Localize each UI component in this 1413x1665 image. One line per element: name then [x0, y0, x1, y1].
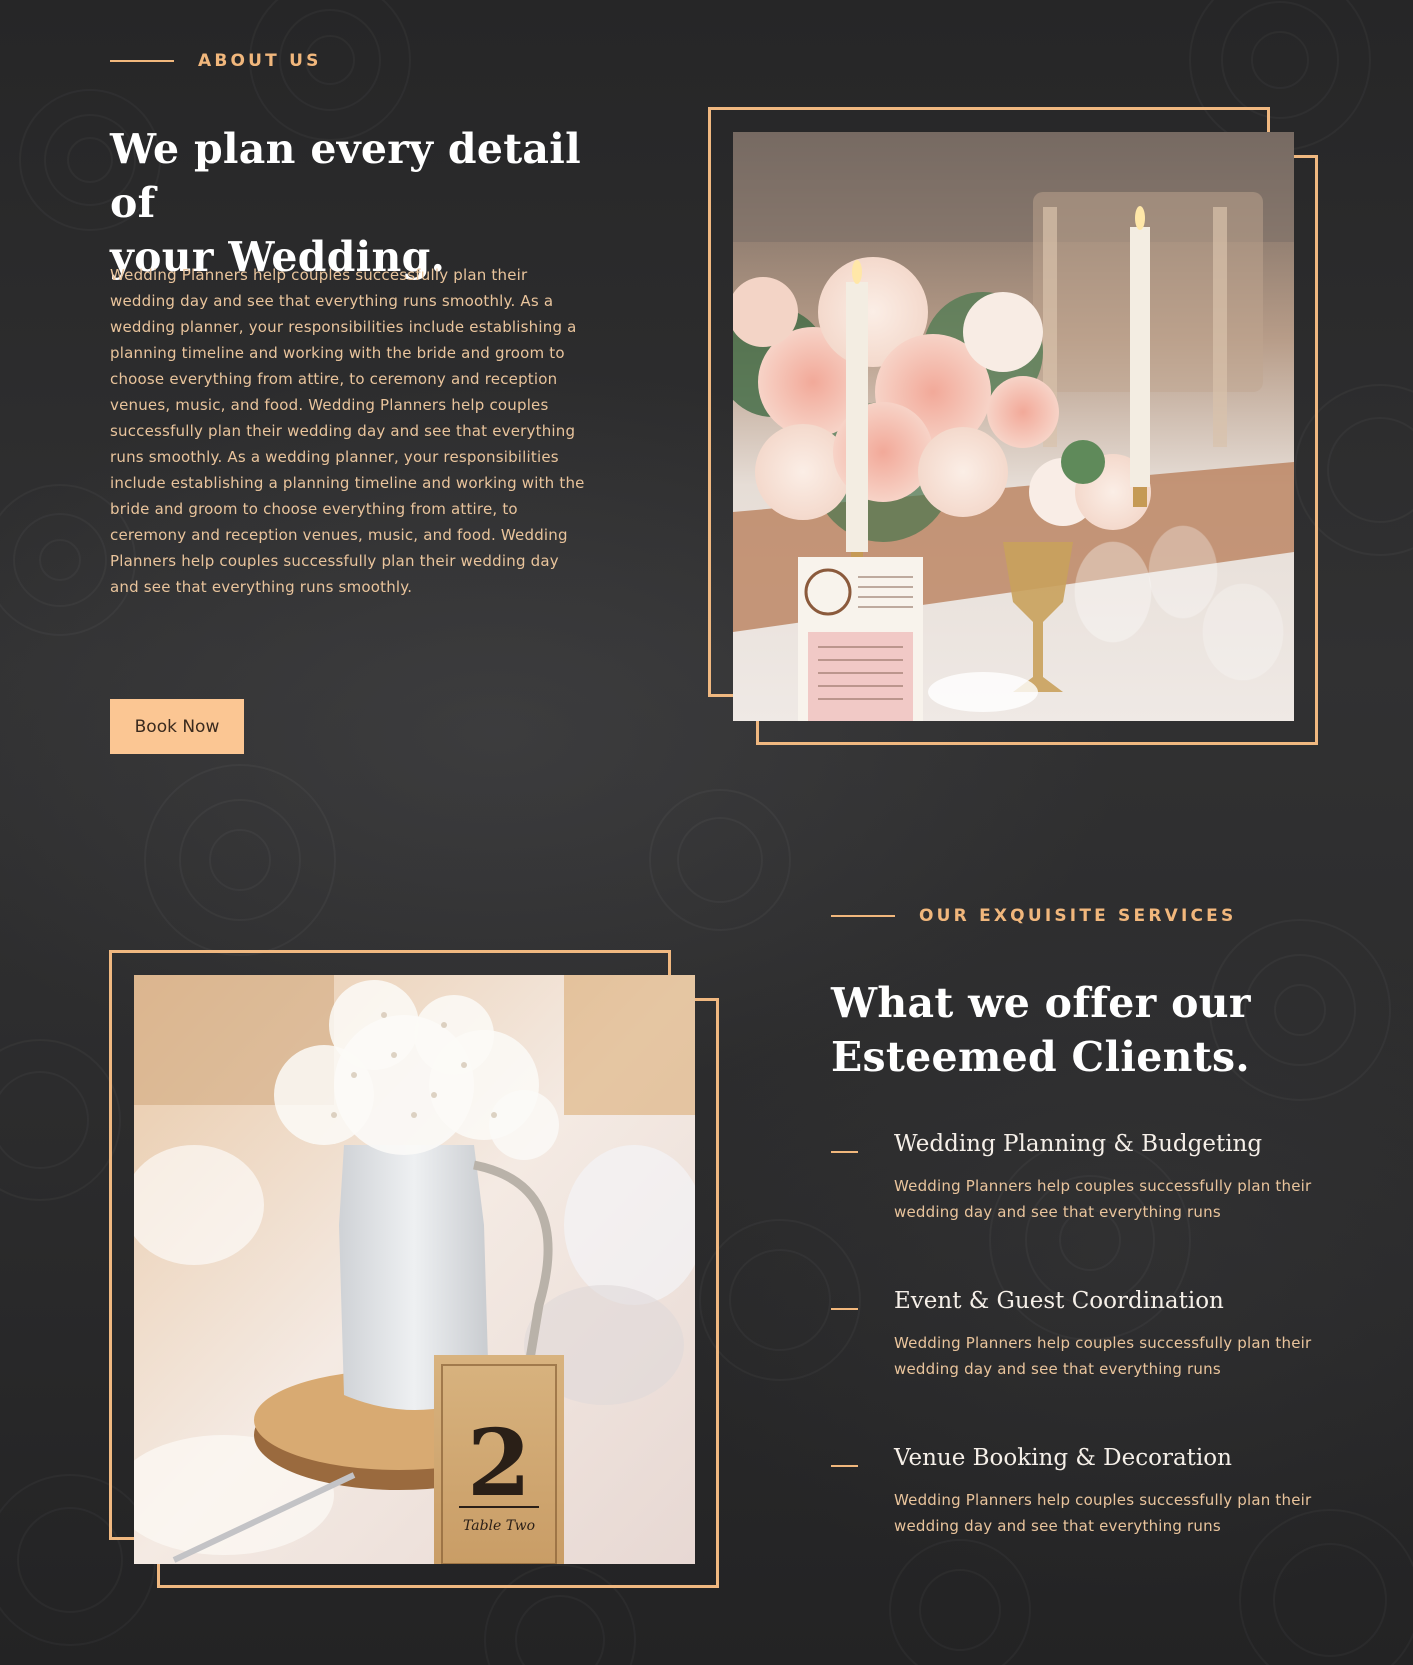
about-heading: We plan every detail of your Wedding.: [110, 122, 630, 284]
services-heading: What we offer our Esteemed Clients.: [831, 976, 1371, 1084]
eyebrow-line: [110, 60, 174, 62]
service-description: Wedding Planners help couples successful…: [894, 1177, 1312, 1221]
table-number-text: 2: [467, 1409, 531, 1517]
flower-vase-table-number-photo: 2 Table Two: [134, 975, 695, 1564]
service-dash: [831, 1308, 858, 1310]
about-eyebrow: ABOUT US: [110, 51, 322, 71]
services-eyebrow-label: OUR EXQUISITE SERVICES: [919, 906, 1237, 926]
eyebrow-line: [831, 915, 895, 917]
service-description: Wedding Planners help couples successful…: [894, 1334, 1312, 1378]
table-caption-text: Table Two: [463, 1518, 535, 1534]
service-dash: [831, 1465, 858, 1467]
service-title: Event & Guest Coordination: [894, 1288, 1224, 1314]
book-now-button[interactable]: Book Now: [110, 699, 244, 754]
about-body-text: Wedding Planners help couples successful…: [110, 266, 585, 596]
services-heading-line2: Esteemed Clients.: [831, 1033, 1250, 1081]
service-dash: [831, 1151, 858, 1153]
service-title: Wedding Planning & Budgeting: [894, 1131, 1263, 1157]
service-title: Venue Booking & Decoration: [894, 1445, 1232, 1471]
about-eyebrow-label: ABOUT US: [198, 51, 322, 71]
table-centerpiece-with-candles-photo: [733, 132, 1294, 721]
services-eyebrow: OUR EXQUISITE SERVICES: [831, 906, 1236, 926]
services-heading-line1: What we offer our: [831, 979, 1251, 1027]
service-description: Wedding Planners help couples successful…: [894, 1491, 1312, 1535]
about-heading-line1: We plan every detail of: [110, 125, 582, 227]
